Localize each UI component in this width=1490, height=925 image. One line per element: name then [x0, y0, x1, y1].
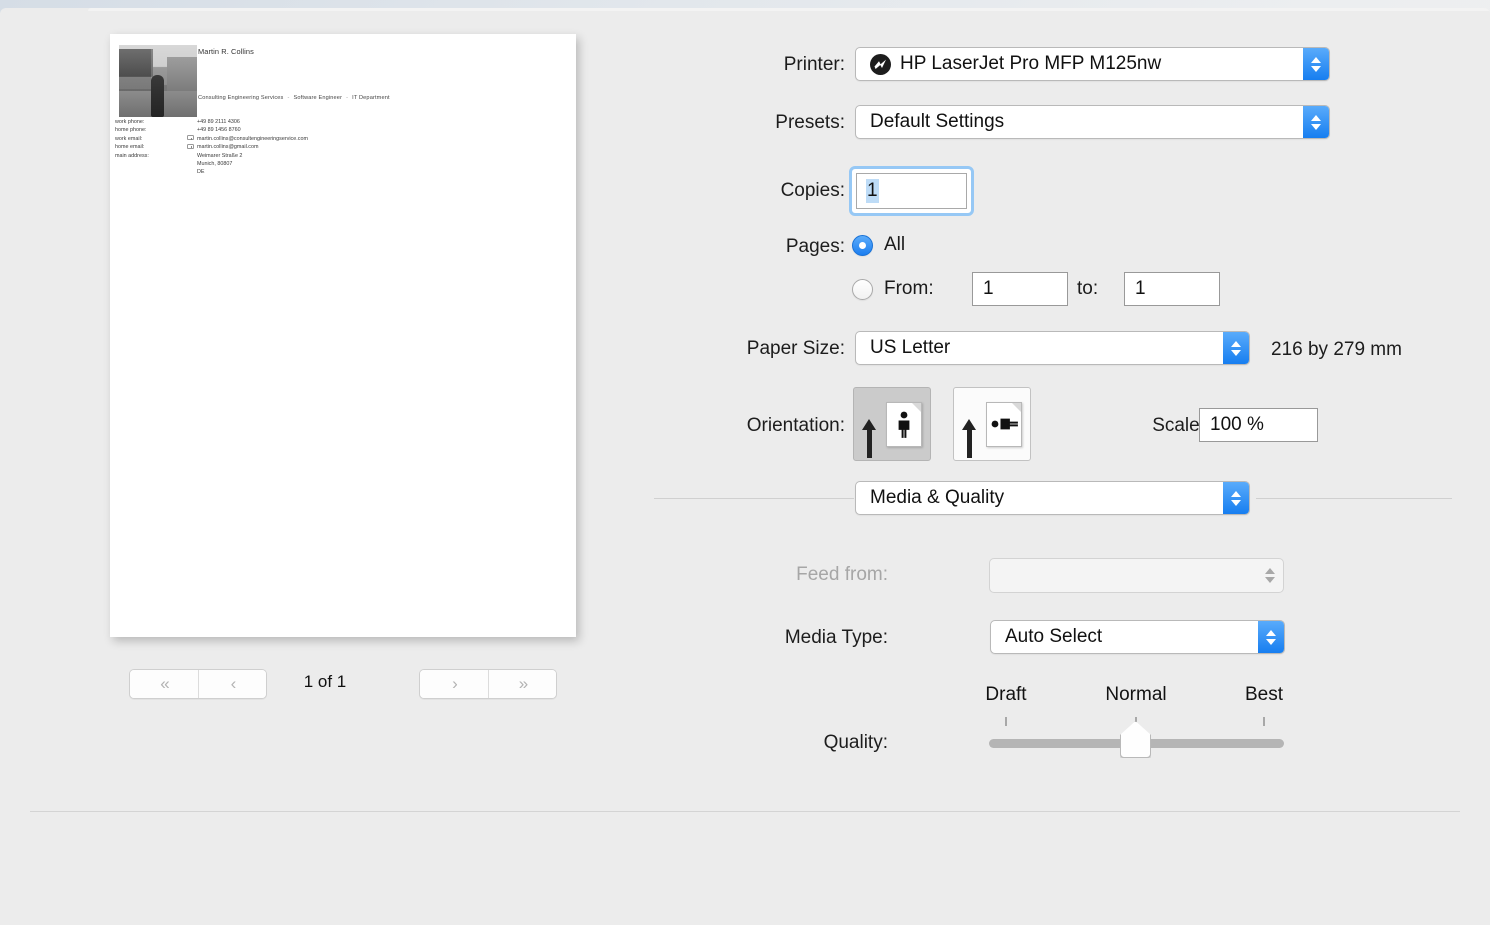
page-icon — [886, 401, 922, 447]
feed-from-stepper-icon — [1257, 559, 1283, 592]
presets-value: Default Settings — [870, 111, 1005, 132]
pages-from-value: 1 — [983, 278, 994, 299]
orientation-label: Orientation: — [746, 415, 845, 436]
quality-tick-draft — [1005, 717, 1007, 726]
up-arrow-icon — [962, 418, 976, 458]
scale-label: Scale: — [1152, 415, 1205, 436]
paper-preview: Martin R. Collins Consulting Engineering… — [110, 34, 576, 637]
email-badge-icon — [187, 135, 194, 141]
contact-label: work email: — [115, 135, 143, 142]
media-type-stepper-icon[interactable] — [1258, 621, 1284, 653]
pages-range-radio[interactable] — [852, 278, 873, 300]
quality-tick-best — [1263, 717, 1265, 726]
pages-range-radio-row[interactable]: From: — [852, 278, 934, 300]
orientation-landscape-button[interactable] — [953, 387, 1031, 461]
role-part-2: IT Department — [352, 95, 390, 101]
page-icon — [986, 401, 1022, 447]
page-navigation: « ‹ 1 of 1 › » — [0, 669, 650, 701]
copies-input[interactable]: 1 — [856, 173, 967, 209]
document-contact-name: Martin R. Collins — [198, 47, 254, 56]
media-type-label: Media Type: — [784, 627, 888, 648]
section-stepper-icon[interactable] — [1223, 482, 1249, 514]
scale-input[interactable]: 100 % — [1199, 408, 1318, 442]
pages-all-label: All — [884, 234, 906, 255]
email-badge-icon — [187, 143, 194, 149]
last-page-button[interactable]: » — [488, 670, 556, 698]
pages-all-radio-row[interactable]: All — [852, 234, 905, 256]
contact-row: main address: Weimarer Straße 2 Munich, … — [115, 152, 555, 177]
scale-value: 100 % — [1210, 414, 1264, 435]
person-portrait-icon — [898, 411, 910, 438]
role-part-1: Software Engineer — [293, 95, 343, 101]
pages-label: Pages: — [785, 236, 845, 257]
paper-size-stepper-icon[interactable] — [1223, 332, 1249, 364]
print-preview-pane: Martin R. Collins Consulting Engineering… — [0, 8, 650, 803]
quality-label: Quality: — [823, 732, 888, 753]
quality-tick-label-normal: Normal — [1105, 684, 1167, 705]
contact-value: +49 89 1456 8760 — [197, 127, 241, 134]
contact-value: martin.collins@gmail.com — [197, 144, 259, 151]
paper-size-select[interactable]: US Letter — [855, 331, 1250, 365]
contact-row: home email: martin.collins@gmail.com — [115, 143, 555, 151]
copies-value: 1 — [866, 179, 879, 203]
contact-row: home phone: +49 89 1456 8760 — [115, 126, 555, 134]
pages-from-input[interactable]: 1 — [972, 272, 1068, 306]
up-arrow-icon — [862, 418, 876, 458]
copies-label: Copies: — [780, 180, 845, 201]
section-divider-left — [654, 498, 854, 499]
section-divider-right — [1256, 498, 1452, 499]
document-photo — [119, 45, 197, 117]
feed-from-label: Feed from: — [796, 564, 888, 585]
quality-slider-thumb[interactable] — [1120, 721, 1151, 758]
printer-select[interactable]: HP LaserJet Pro MFP M125nw — [855, 47, 1330, 81]
quality-tick-label-best: Best — [1244, 684, 1284, 705]
contact-label: main address: — [115, 152, 149, 159]
paper-size-label: Paper Size: — [746, 338, 845, 359]
quality-tick-label-draft: Draft — [985, 684, 1027, 705]
role-part-0: Consulting Engineering Services — [198, 95, 284, 101]
paper-dimensions-text: 216 by 279 mm — [1271, 339, 1402, 360]
printer-label: Printer: — [783, 54, 845, 75]
contact-value: Weimarer Straße 2 Munich, 80807 DE — [197, 152, 243, 176]
document-contact-fields: work phone: +49 89 2111 4306 home phone:… — [115, 118, 555, 177]
pages-from-label: From: — [884, 278, 934, 299]
section-select[interactable]: Media & Quality — [855, 481, 1250, 515]
person-landscape-icon — [991, 418, 1018, 430]
copies-field-focus-ring: 1 — [849, 166, 974, 216]
presets-select[interactable]: Default Settings — [855, 105, 1330, 139]
contact-label: work phone: — [115, 119, 145, 125]
printer-value: HP LaserJet Pro MFP M125nw — [900, 53, 1162, 74]
paper-size-value: US Letter — [870, 337, 951, 358]
role-separator-2: - — [346, 95, 349, 101]
contact-value: martin.collins@consultengineeringservice… — [197, 135, 308, 142]
contact-row: work phone: +49 89 2111 4306 — [115, 118, 555, 126]
contact-label: home email: — [115, 144, 145, 151]
media-type-value: Auto Select — [1005, 626, 1103, 647]
pages-to-label: to: — [1077, 278, 1099, 299]
print-settings-pane: Printer: HP LaserJet Pro MFP M125nw Pres… — [650, 8, 1490, 803]
page-nav-right-group: › » — [419, 669, 557, 699]
orientation-portrait-button[interactable] — [853, 387, 931, 461]
document-contact-role: Consulting Engineering Services - Software… — [198, 95, 390, 101]
photo-road — [119, 91, 197, 117]
media-type-select[interactable]: Auto Select — [990, 620, 1285, 654]
printer-status-icon — [870, 53, 891, 75]
presets-stepper-icon[interactable] — [1303, 106, 1329, 138]
print-dialog: Martin R. Collins Consulting Engineering… — [0, 8, 1490, 925]
contact-value: +49 89 2111 4306 — [197, 119, 240, 125]
printer-stepper-icon[interactable] — [1303, 48, 1329, 80]
photo-building — [167, 57, 197, 91]
presets-label: Presets: — [775, 112, 845, 133]
section-value: Media & Quality — [870, 487, 1005, 508]
dialog-footer: ? PDF Hide Details Cancel Print — [0, 812, 1490, 925]
pages-to-input[interactable]: 1 — [1124, 272, 1220, 306]
pages-all-radio[interactable] — [852, 234, 873, 256]
contact-label: home phone: — [115, 127, 147, 134]
role-separator-1: - — [287, 95, 290, 101]
pages-to-value: 1 — [1135, 278, 1146, 299]
next-page-button[interactable]: › — [420, 670, 488, 698]
feed-from-select — [989, 558, 1284, 593]
contact-row: work email: martin.collins@consultengine… — [115, 135, 555, 143]
